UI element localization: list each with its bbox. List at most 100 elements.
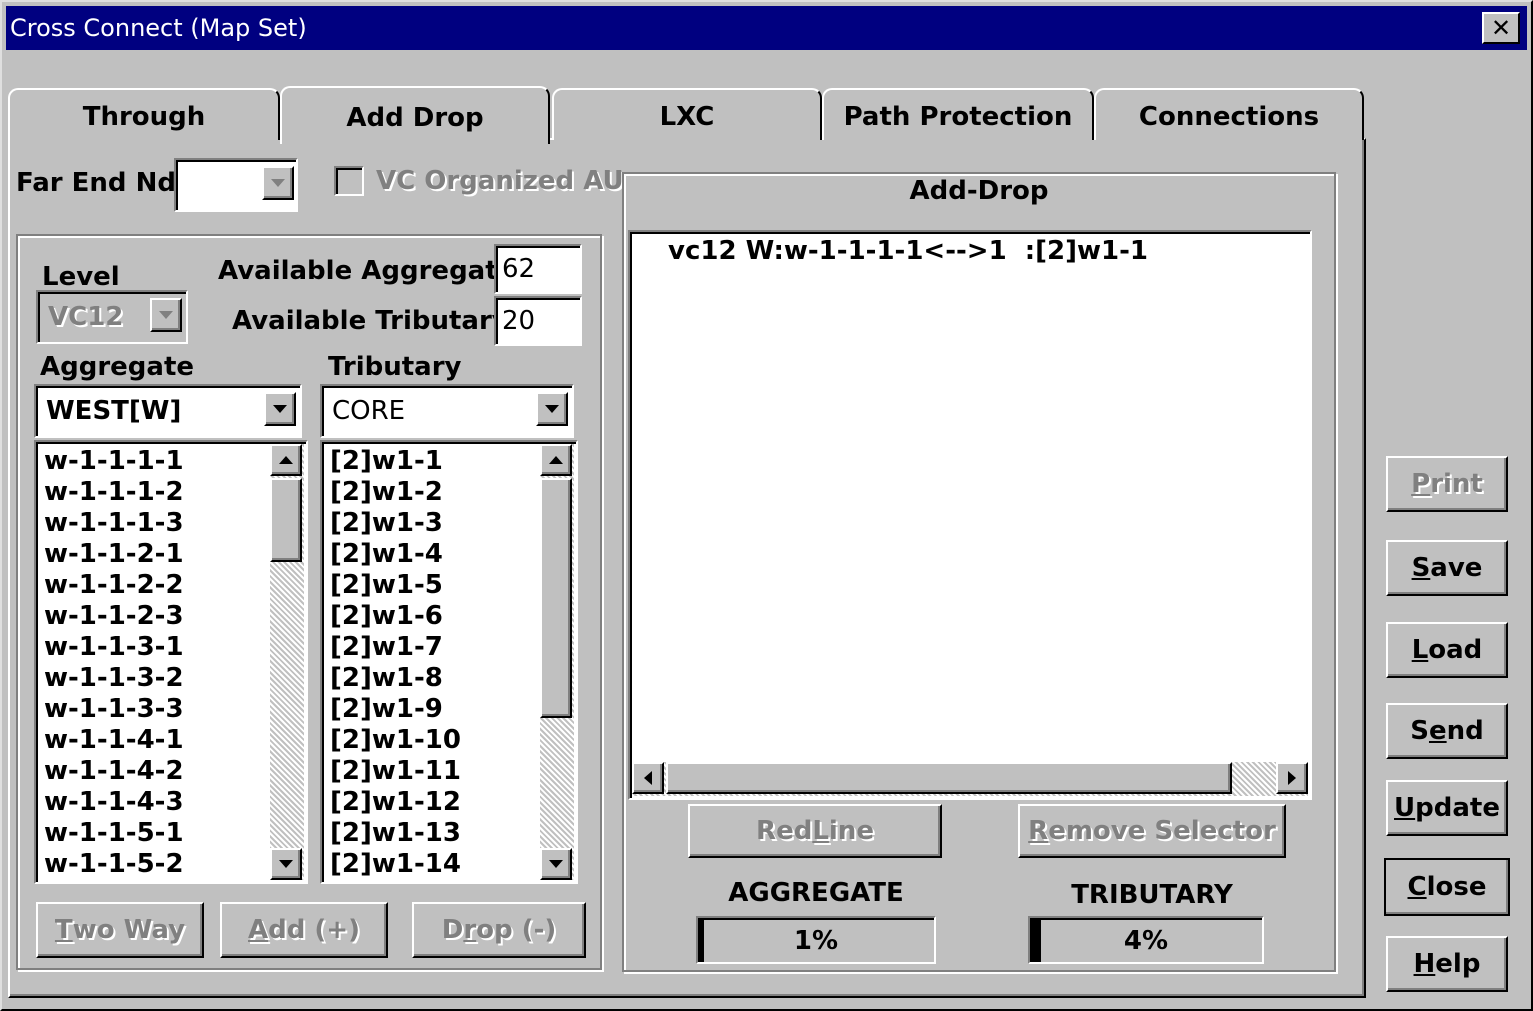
tributary-dropdown-button[interactable] [536,392,568,426]
tab-path-protection[interactable]: Path Protection [822,88,1094,140]
arrow-down-icon [279,860,293,868]
level-label: Level [42,262,120,292]
list-item[interactable]: [2]w1-7 [326,632,536,663]
add-drop-list[interactable]: vc12 W:w-1-1-1-1<-->1 :[2]w1-1 [628,230,1312,800]
list-item[interactable]: w-1-1-4-3 [40,787,270,818]
scroll-thumb[interactable] [540,478,572,718]
help-button[interactable]: Help [1386,936,1508,992]
tab-through[interactable]: Through [8,88,280,140]
button-accelerator: C [1407,872,1427,902]
arrow-right-icon [1288,771,1296,785]
list-item[interactable]: [2]w1-2 [326,477,536,508]
button-label-rest: emove Selector [1048,816,1276,846]
load-button[interactable]: Load [1386,622,1508,678]
button-label-rest: lose [1426,872,1487,902]
button-label-rest: dd (+) [268,915,360,945]
add-drop-items: vc12 W:w-1-1-1-1<-->1 :[2]w1-1 [664,236,1284,267]
vc-organized-checkbox[interactable] [334,166,364,196]
list-item[interactable]: w-1-1-1-2 [40,477,270,508]
scroll-thumb[interactable] [270,478,302,562]
scroll-right-button[interactable] [1276,762,1308,794]
save-button[interactable]: Save [1386,540,1508,596]
tab-connections[interactable]: Connections [1094,88,1364,140]
tab-label: LXC [659,102,715,132]
list-item[interactable]: [2]w1-3 [326,508,536,539]
far-end-label: Far End Nd [16,168,176,198]
level-combo[interactable]: VC12 [36,290,188,344]
drop-button[interactable]: Dr op (-) [412,902,586,958]
aggregate-scrollbar[interactable] [270,444,304,880]
list-item[interactable]: [2]w1-9 [326,694,536,725]
list-item[interactable]: [2]w1-13 [326,818,536,849]
button-accelerator: r [463,915,477,945]
tab-lxc[interactable]: LXC [552,88,822,140]
list-item[interactable]: [2]w1-4 [326,539,536,570]
list-item[interactable]: w-1-1-4-2 [40,756,270,787]
aggregate-combo[interactable]: WEST[W] [34,384,302,438]
available-tributary-field[interactable]: 20 [494,296,582,346]
button-accelerator: P [1411,469,1431,499]
red-line-button[interactable]: Red Line [688,804,942,858]
available-aggregate-field[interactable]: 62 [494,244,582,294]
list-item[interactable]: [2]w1-14 [326,849,536,880]
aggregate-label: Aggregate [40,352,195,382]
scroll-up-button[interactable] [540,444,572,476]
far-end-combo[interactable] [174,158,298,212]
aggregate-dropdown-button[interactable] [264,392,296,426]
scroll-down-button[interactable] [540,848,572,880]
list-item[interactable]: w-1-1-3-3 [40,694,270,725]
aggregate-selected: WEST[W] [46,396,182,426]
list-item[interactable]: [2]w1-1 [326,446,536,477]
close-button[interactable]: Close [1384,858,1510,916]
list-item[interactable]: w-1-1-5-2 [40,849,270,880]
tributary-list[interactable]: [2]w1-1 [2]w1-2 [2]w1-3 [2]w1-4 [2]w1-5 [2]w1… [320,440,578,884]
tab-add-drop[interactable]: Add Drop [280,86,550,144]
scroll-left-button[interactable] [632,762,664,794]
chevron-down-icon [273,405,287,413]
window-title: Cross Connect (Map Set) [10,14,307,42]
list-item[interactable]: w-1-1-1-3 [40,508,270,539]
remove-selector-button[interactable]: Remove Selector [1018,804,1286,858]
tributary-combo[interactable]: CORE [320,384,574,438]
scroll-down-button[interactable] [270,848,302,880]
list-item[interactable]: vc12 W:w-1-1-1-1<-->1 :[2]w1-1 [664,236,1284,267]
list-item[interactable]: w-1-1-2-2 [40,570,270,601]
list-item[interactable]: [2]w1-8 [326,663,536,694]
two-way-button[interactable]: Two Way [36,902,204,958]
aggregate-list[interactable]: w-1-1-1-1 w-1-1-1-2 w-1-1-1-3 w-1-1-2-1 w-1-… [34,440,308,884]
add-drop-hscrollbar[interactable] [632,762,1308,796]
available-aggregate-value: 62 [502,254,536,284]
print-button[interactable]: Print [1386,456,1508,512]
tributary-selected: CORE [332,396,406,426]
scroll-thumb[interactable] [666,762,1232,794]
list-item[interactable]: [2]w1-6 [326,601,536,632]
list-item[interactable]: w-1-1-1-1 [40,446,270,477]
send-button[interactable]: Se nd [1386,703,1508,759]
level-dropdown-button[interactable] [150,298,182,332]
window-close-button[interactable]: ✕ [1482,12,1520,44]
button-label-rest: elp [1435,949,1481,979]
list-item[interactable]: [2]w1-10 [326,725,536,756]
list-item[interactable]: w-1-1-2-1 [40,539,270,570]
tributary-scrollbar[interactable] [540,444,574,880]
list-item[interactable]: w-1-1-2-3 [40,601,270,632]
far-end-dropdown-button[interactable] [262,166,294,200]
button-accelerator: S [1411,553,1431,583]
list-item[interactable]: [2]w1-12 [326,787,536,818]
tab-label: Path Protection [843,102,1073,132]
list-item[interactable]: [2]w1-5 [326,570,536,601]
list-item[interactable]: w-1-1-3-1 [40,632,270,663]
list-item[interactable]: w-1-1-4-1 [40,725,270,756]
button-label-rest: nd [1446,716,1484,746]
add-drop-title: Add-Drop [909,176,1049,206]
available-tributary-value: 20 [502,306,536,336]
chevron-down-icon [159,311,173,319]
aggregate-progress: 1% [696,916,936,964]
list-item[interactable]: [2]w1-11 [326,756,536,787]
button-accelerator: A [248,915,269,945]
scroll-up-button[interactable] [270,444,302,476]
list-item[interactable]: w-1-1-3-2 [40,663,270,694]
list-item[interactable]: w-1-1-5-1 [40,818,270,849]
update-button[interactable]: Update [1386,780,1508,836]
add-button[interactable]: Add (+) [220,902,388,958]
